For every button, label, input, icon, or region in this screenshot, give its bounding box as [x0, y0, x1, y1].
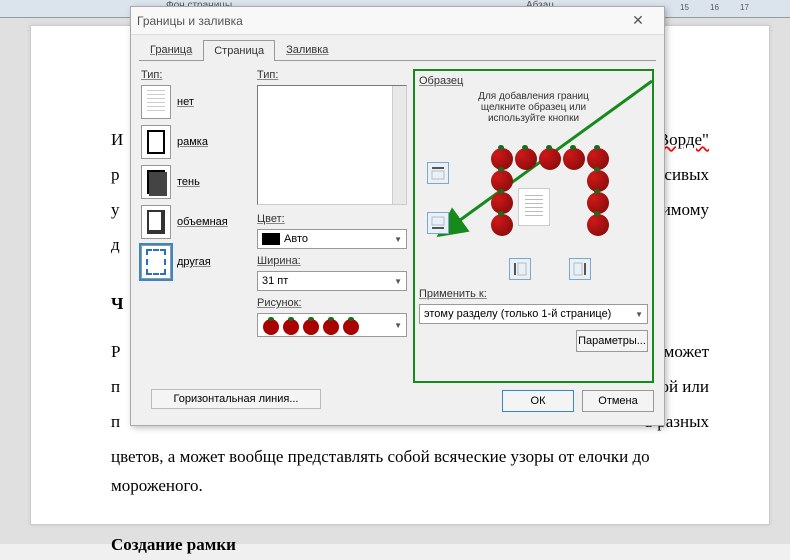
dialog-title: Границы и заливка [137, 14, 618, 28]
width-label: Ширина: [257, 255, 407, 267]
setting-3d[interactable]: объемная [141, 205, 251, 239]
ok-button[interactable]: ОК [502, 390, 574, 412]
dialog-tabs: Граница Страница Заливка [131, 35, 664, 60]
color-label: Цвет: [257, 213, 407, 225]
setting-3d-label: объемная [177, 216, 228, 228]
setting-box-label: рамка [177, 136, 208, 148]
setting-box[interactable]: рамка [141, 125, 251, 159]
toggle-border-right[interactable] [569, 258, 591, 280]
art-label: Рисунок: [257, 297, 407, 309]
line-style-label: Тип: [257, 69, 407, 81]
toggle-border-left[interactable] [509, 258, 531, 280]
toggle-border-bottom[interactable] [427, 212, 449, 234]
chevron-down-icon: ▼ [394, 321, 402, 330]
setting-custom-label: другая [177, 256, 211, 268]
color-swatch [262, 233, 280, 245]
cancel-button[interactable]: Отмена [582, 390, 654, 412]
line-style-scrollbar[interactable] [392, 86, 406, 204]
setting-box-icon [141, 125, 171, 159]
preview-stage[interactable] [419, 132, 648, 282]
preview-label: Образец [419, 75, 648, 87]
apply-to-value: этому разделу (только 1-й странице) [424, 308, 635, 320]
width-value: 31 пт [262, 275, 394, 287]
art-dropdown[interactable]: ▼ [257, 313, 407, 337]
color-value: Авто [284, 233, 394, 245]
setting-shadow[interactable]: тень [141, 165, 251, 199]
chevron-down-icon: ▼ [394, 235, 402, 244]
tab-page[interactable]: Страница [203, 40, 275, 61]
setting-none-label: нет [177, 96, 194, 108]
chevron-down-icon: ▼ [394, 277, 402, 286]
setting-none[interactable]: нет [141, 85, 251, 119]
setting-3d-icon [141, 205, 171, 239]
setting-custom-icon [141, 245, 171, 279]
toggle-border-top[interactable] [427, 162, 449, 184]
color-dropdown[interactable]: Авто ▼ [257, 229, 407, 249]
tab-border[interactable]: Граница [139, 39, 203, 60]
setting-shadow-icon [141, 165, 171, 199]
art-raspberries-option [258, 314, 378, 336]
line-style-list[interactable] [257, 85, 407, 205]
setting-shadow-label: тень [177, 176, 200, 188]
borders-shading-dialog: Границы и заливка ✕ Граница Страница Зал… [130, 6, 665, 426]
apply-to-dropdown[interactable]: этому разделу (только 1-й странице) ▼ [419, 304, 648, 324]
close-button[interactable]: ✕ [618, 10, 658, 32]
preview-hint: Для добавления границ щелкните образец и… [419, 91, 648, 124]
setting-none-icon [141, 85, 171, 119]
setting-custom[interactable]: другая [141, 245, 251, 279]
preview-page [518, 188, 550, 226]
type-setting-label: Тип: [141, 69, 251, 81]
horizontal-line-button[interactable]: Горизонтальная линия... [151, 389, 321, 409]
tab-shading[interactable]: Заливка [275, 39, 339, 60]
width-dropdown[interactable]: 31 пт ▼ [257, 271, 407, 291]
apply-to-label: Применить к: [419, 288, 648, 300]
chevron-down-icon: ▼ [635, 310, 643, 319]
options-button[interactable]: Параметры... [576, 330, 648, 352]
